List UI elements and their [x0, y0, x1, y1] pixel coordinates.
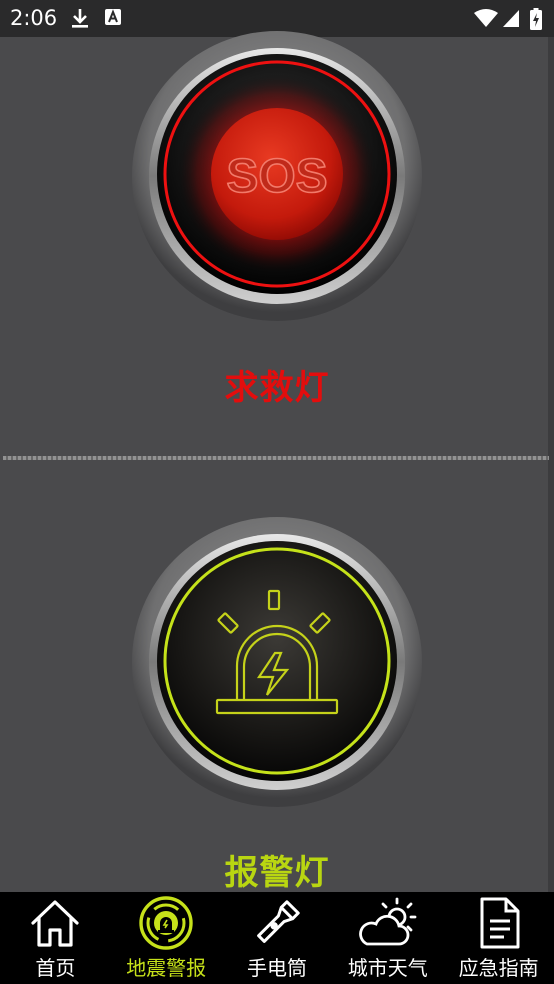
sos-button-text: SOS	[226, 150, 327, 203]
scroll-edge	[548, 37, 554, 892]
nav-label-home: 首页	[35, 956, 76, 980]
a-box-icon	[104, 7, 122, 31]
battery-charging-icon	[530, 8, 542, 34]
nav-item-flashlight[interactable]: 手电筒	[222, 892, 333, 984]
nav-label-earthquake-alarm: 地震警报	[126, 956, 207, 980]
nav-item-city-weather[interactable]: 城市天气	[332, 892, 443, 984]
status-time: 2:06	[10, 6, 58, 30]
nav-item-home[interactable]: 首页	[0, 892, 111, 984]
nav-label-emergency-guide: 应急指南	[458, 956, 539, 980]
wifi-icon	[474, 8, 498, 32]
download-icon	[70, 7, 90, 33]
cell-signal-icon	[502, 8, 520, 32]
home-icon	[28, 894, 82, 952]
nav-item-earthquake-alarm[interactable]: 地震警报	[111, 892, 222, 984]
earthquake-alarm-icon	[138, 894, 194, 952]
nav-label-flashlight: 手电筒	[246, 956, 307, 980]
weather-cloud-sun-icon	[353, 894, 423, 952]
bottom-navigation: 首页 地震警报 手电筒 城市天气 应急指南	[0, 892, 554, 984]
section-divider	[3, 456, 549, 460]
sos-light-label: 求救灯	[224, 368, 330, 408]
document-icon	[474, 894, 524, 952]
nav-label-city-weather: 城市天气	[347, 956, 428, 980]
alarm-light-button[interactable]	[131, 516, 423, 808]
nav-item-emergency-guide[interactable]: 应急指南	[443, 892, 554, 984]
alarm-light-label: 报警灯	[224, 853, 330, 893]
flashlight-icon	[249, 894, 305, 952]
sos-light-button[interactable]: SOS	[131, 30, 423, 322]
